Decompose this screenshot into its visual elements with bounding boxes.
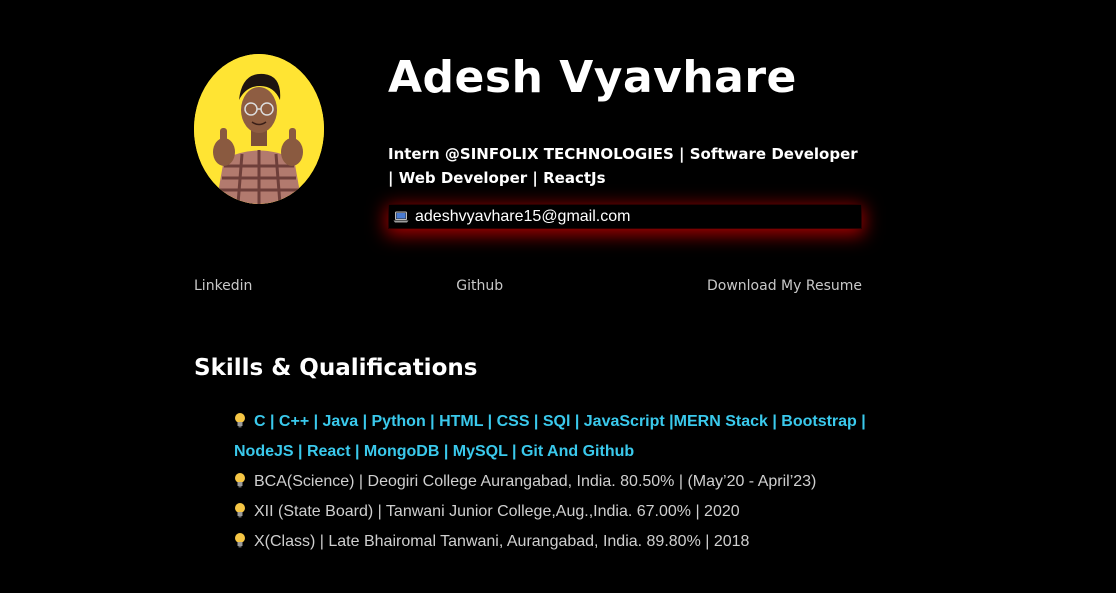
list-item: C | C++ | Java | Python | HTML | CSS | S…: [234, 407, 874, 467]
lightbulb-icon: [235, 413, 245, 428]
lightbulb-icon: [235, 503, 245, 518]
profile-photo: [194, 54, 324, 204]
download-resume-link[interactable]: Download My Resume: [707, 278, 862, 294]
qualification-text: XII (State Board) | Tanwani Junior Colle…: [254, 503, 740, 520]
skills-section-title: Skills & Qualifications: [194, 355, 478, 381]
skills-list: C | C++ | Java | Python | HTML | CSS | S…: [234, 407, 874, 557]
lightbulb-icon: [235, 533, 245, 548]
qualification-text: BCA(Science) | Deogiri College Aurangaba…: [254, 473, 817, 490]
qualification-text: X(Class) | Late Bhairomal Tanwani, Auran…: [254, 533, 750, 550]
lightbulb-icon: [235, 473, 245, 488]
github-link[interactable]: Github: [456, 278, 503, 294]
profile-links: Linkedin Github Download My Resume: [194, 278, 862, 294]
list-item: XII (State Board) | Tanwani Junior Colle…: [234, 497, 874, 527]
profile-name: Adesh Vyavhare: [388, 52, 797, 103]
list-item: BCA(Science) | Deogiri College Aurangaba…: [234, 467, 874, 497]
email-text[interactable]: adeshvyavhare15@gmail.com: [415, 208, 630, 226]
laptop-icon: [393, 211, 409, 222]
avatar: [194, 54, 324, 204]
skill-text: C | C++ | Java | Python | HTML | CSS | S…: [234, 413, 866, 460]
email-box: adeshvyavhare15@gmail.com: [388, 204, 862, 229]
list-item: X(Class) | Late Bhairomal Tanwani, Auran…: [234, 527, 874, 557]
portfolio-page: Adesh Vyavhare Intern @SINFOLIX TECHNOLO…: [0, 0, 1116, 593]
linkedin-link[interactable]: Linkedin: [194, 278, 252, 294]
profile-headline: Intern @SINFOLIX TECHNOLOGIES | Software…: [388, 145, 858, 187]
